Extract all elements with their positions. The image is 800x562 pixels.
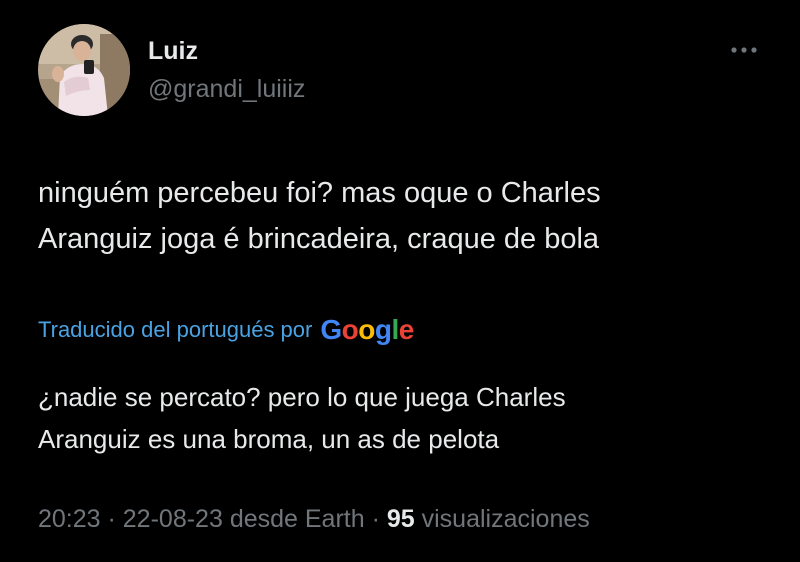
translated-text-line: Aranguiz es una broma, un as de pelota [38, 424, 500, 454]
translated-text: ¿nadie se percato? pero lo que juega Cha… [38, 376, 768, 460]
meta-separator: · [364, 505, 387, 533]
google-logo-letter: e [398, 314, 415, 345]
google-logo-letter: o [358, 314, 375, 345]
google-logo-letter: o [341, 314, 359, 345]
translation-link[interactable]: Traducido del portugués por [38, 317, 312, 343]
more-horizontal-icon [731, 47, 757, 53]
tweet-date[interactable]: 22-08-23 [123, 505, 223, 533]
tweet-text-line: Aranguiz joga é brincadeira, craque de b… [38, 223, 600, 255]
more-options-button[interactable] [728, 40, 760, 60]
tweet-text: ninguém percebeu foi? mas oque o Charles… [38, 170, 768, 262]
translation-attribution: Traducido del portugués por Google [38, 312, 414, 348]
tweet-source: desde Earth [229, 505, 365, 533]
meta-separator: · [100, 505, 123, 533]
google-logo-letter: g [374, 314, 392, 345]
tweet-text-line: ninguém percebeu foi? mas oque o Charles [38, 177, 601, 209]
tweet-card: Luiz @grandi_luiiiz ninguém percebeu foi… [0, 0, 800, 562]
google-logo-letter: G [320, 314, 342, 345]
google-logo: Google [320, 312, 415, 348]
avatar-photo-icon [38, 24, 130, 116]
author-info: Luiz @grandi_luiiiz [148, 36, 305, 104]
google-logo-letter: l [391, 314, 399, 345]
translated-text-line: ¿nadie se percato? pero lo que juega Cha… [38, 382, 566, 412]
views-count[interactable]: 95 [387, 505, 415, 533]
tweet-meta: 20:23 · 22-08-23 desde Earth · 95 visual… [38, 505, 590, 534]
tweet-time[interactable]: 20:23 [38, 505, 101, 533]
author-handle[interactable]: @grandi_luiiiz [148, 74, 305, 104]
author-display-name[interactable]: Luiz [148, 36, 305, 66]
author-avatar[interactable] [38, 24, 130, 116]
views-label: visualizaciones [421, 505, 590, 533]
